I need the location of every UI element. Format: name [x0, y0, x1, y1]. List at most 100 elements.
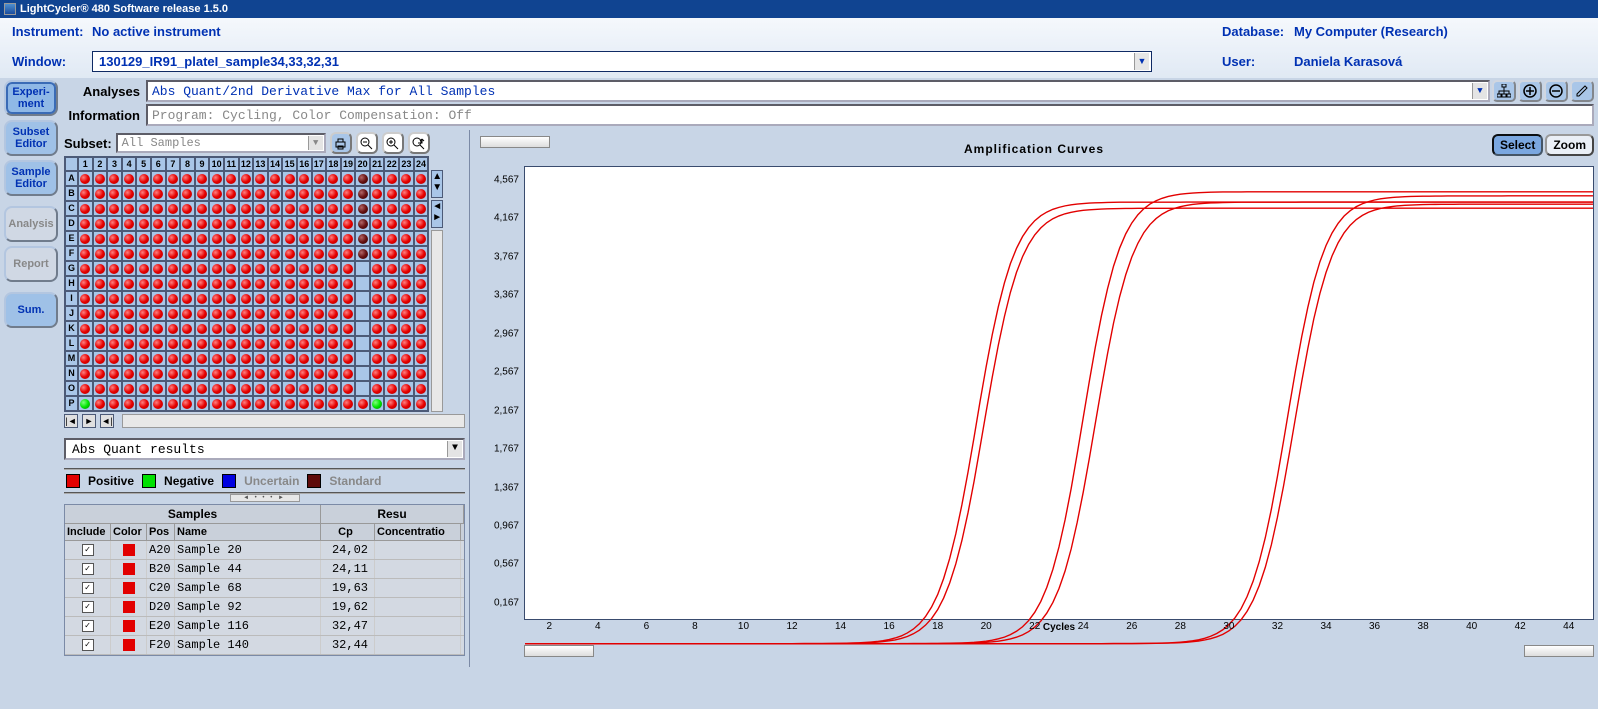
side-tabs: Experi-ment SubsetEditor SampleEditor Analy…	[0, 78, 60, 667]
row-color-swatch	[123, 601, 135, 613]
legend: Positive Negative Uncertain Standard	[64, 468, 465, 494]
table-row[interactable]: ✓C20Sample 6819,63	[65, 579, 464, 598]
legend-negative: Negative	[164, 474, 214, 488]
subset-label: Subset:	[64, 136, 112, 151]
chart-title: Amplification Curves	[964, 142, 1104, 156]
row-pos: B20	[147, 560, 175, 578]
th-name[interactable]: Name	[175, 524, 321, 540]
analyses-dropdown[interactable]: Abs Quant/2nd Derivative Max for All Sam…	[146, 80, 1490, 102]
database-value: My Computer (Research)	[1294, 24, 1448, 42]
side-tab-analysis: Analysis	[4, 206, 58, 242]
row-cp: 19,63	[321, 579, 375, 597]
row-conc	[375, 541, 461, 559]
legend-standard: Standard	[329, 474, 381, 488]
plate-vertical-scrollbar[interactable]	[431, 230, 443, 412]
edit-icon[interactable]	[1570, 80, 1594, 102]
row-conc	[375, 636, 461, 654]
table-row[interactable]: ✓E20Sample 11632,47	[65, 617, 464, 636]
table-row[interactable]: ✓A20Sample 2024,02	[65, 541, 464, 560]
database-label: Database:	[1222, 24, 1294, 42]
th-pos[interactable]: Pos	[147, 524, 175, 540]
row-name: Sample 116	[175, 617, 321, 635]
main-area: Experi-ment SubsetEditor SampleEditor Analy…	[0, 78, 1598, 667]
plate-down-arrow-icon[interactable]: ◄►	[431, 200, 443, 228]
information-label: Information	[60, 108, 144, 123]
row-color-swatch	[123, 639, 135, 651]
select-button[interactable]: Select	[1492, 134, 1543, 156]
chart-pane: Select Zoom Amplification Curves Fluores…	[470, 130, 1598, 667]
th-color[interactable]: Color	[111, 524, 147, 540]
splitter-handle[interactable]: ◄ • • • ►	[230, 494, 300, 502]
print-icon[interactable]	[330, 132, 352, 154]
th-conc[interactable]: Concentratio	[375, 524, 461, 540]
plate-nav: |◄ ► ◄|	[64, 414, 465, 428]
group-samples: Samples	[65, 505, 321, 523]
include-checkbox[interactable]: ✓	[82, 601, 94, 613]
plate-horizontal-scrollbar[interactable]	[122, 414, 465, 428]
row-color-swatch	[123, 582, 135, 594]
results-dropdown[interactable]: Abs Quant results	[64, 438, 465, 460]
row-name: Sample 140	[175, 636, 321, 654]
zoom-in-icon[interactable]	[382, 132, 404, 154]
zoom-reset-icon[interactable]	[408, 132, 430, 154]
row-color-swatch	[123, 563, 135, 575]
nav-first-icon[interactable]: |◄	[64, 414, 78, 428]
chart-mode-toggle: Select Zoom	[1492, 134, 1594, 156]
side-tab-experi-ment[interactable]: Experi-ment	[4, 80, 58, 116]
th-include[interactable]: Include	[65, 524, 111, 540]
side-tab-sample-editor[interactable]: SampleEditor	[4, 160, 58, 196]
row-conc	[375, 560, 461, 578]
global-header: Instrument: No active instrument Window:…	[0, 18, 1598, 78]
nav-last-icon[interactable]: ◄|	[100, 414, 114, 428]
remove-icon[interactable]	[1544, 80, 1568, 102]
include-checkbox[interactable]: ✓	[82, 544, 94, 556]
subset-dropdown[interactable]: All Samples	[116, 133, 326, 153]
window-dropdown[interactable]: 130129_IR91_plateI_sample34,33,32,31	[92, 51, 1152, 72]
row-name: Sample 20	[175, 541, 321, 559]
analyses-label: Analyses	[60, 84, 144, 99]
row-color-swatch	[123, 544, 135, 556]
add-icon[interactable]	[1518, 80, 1542, 102]
instrument-label: Instrument:	[12, 24, 92, 39]
row-cp: 19,62	[321, 598, 375, 616]
table-row[interactable]: ✓B20Sample 4424,11	[65, 560, 464, 579]
row-name: Sample 68	[175, 579, 321, 597]
legend-positive: Positive	[88, 474, 134, 488]
include-checkbox[interactable]: ✓	[82, 563, 94, 575]
side-tab-report: Report	[4, 246, 58, 282]
plate-up-arrow-icon[interactable]: ▲▼	[431, 170, 443, 198]
side-tab-subset-editor[interactable]: SubsetEditor	[4, 120, 58, 156]
user-label: User:	[1222, 54, 1294, 72]
th-cp[interactable]: Cp	[321, 524, 375, 540]
legend-uncertain-swatch	[222, 474, 236, 488]
row-pos: D20	[147, 598, 175, 616]
user-value: Daniela Karasová	[1294, 54, 1448, 72]
table-group-header: Samples Resu	[65, 505, 464, 524]
include-checkbox[interactable]: ✓	[82, 639, 94, 651]
plate-grid[interactable]: 123456789101112131415161718192021222324A…	[64, 156, 429, 412]
app-icon	[4, 3, 16, 15]
information-field: Program: Cycling, Color Compensation: Of…	[146, 104, 1594, 126]
legend-standard-swatch	[307, 474, 321, 488]
row-color-swatch	[123, 620, 135, 632]
row-conc	[375, 617, 461, 635]
table-body: ✓A20Sample 2024,02✓B20Sample 4424,11✓C20…	[65, 541, 464, 655]
row-cp: 24,11	[321, 560, 375, 578]
include-checkbox[interactable]: ✓	[82, 582, 94, 594]
nav-next-icon[interactable]: ►	[82, 414, 96, 428]
tree-view-icon[interactable]	[1492, 80, 1516, 102]
chart-canvas[interactable]: 0,1670,5670,9671,3671,7672,1672,5672,967…	[524, 166, 1594, 620]
include-checkbox[interactable]: ✓	[82, 620, 94, 632]
titlebar: LightCycler® 480 Software release 1.5.0	[0, 0, 1598, 18]
plate-side-tools: ▲▼ ◄►	[429, 156, 443, 412]
chart-top-slider[interactable]	[480, 136, 550, 148]
table-row[interactable]: ✓F20Sample 14032,44	[65, 636, 464, 655]
zoom-out-icon[interactable]	[356, 132, 378, 154]
table-row[interactable]: ✓ D20Sample 9219,62	[65, 598, 464, 617]
subset-row: Subset: All Samples	[64, 130, 465, 156]
side-tab-sum-[interactable]: Sum.	[4, 292, 58, 328]
row-name: Sample 92	[175, 598, 321, 616]
row-conc	[375, 598, 461, 616]
zoom-button[interactable]: Zoom	[1545, 134, 1594, 156]
instrument-value: No active instrument	[92, 24, 1202, 39]
